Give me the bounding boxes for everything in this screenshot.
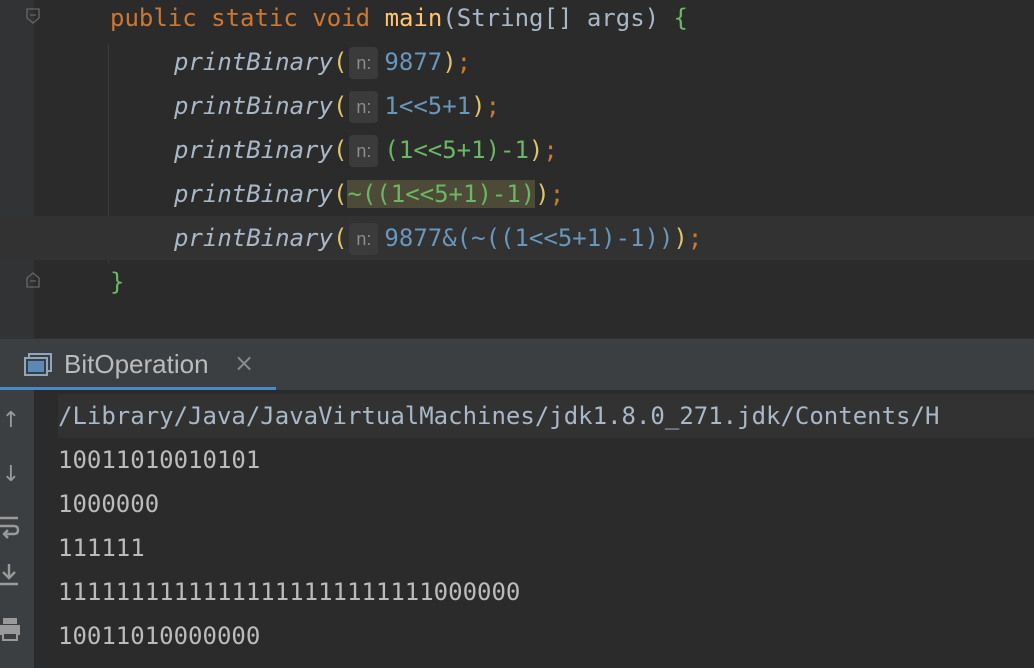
run-tab-label: BitOperation (64, 349, 209, 379)
code-editor[interactable]: public static void main(String[] args) {… (0, 0, 1034, 338)
keyword: void (312, 4, 371, 32)
console-icon (24, 353, 52, 376)
up-arrow-icon[interactable]: ↑ (0, 408, 22, 434)
output-line: 10011010000000 (58, 622, 261, 650)
keyword: public (110, 4, 197, 32)
run-tab[interactable]: BitOperation × (0, 339, 276, 391)
parameter-hint: n: (349, 47, 379, 79)
parameter-hint: n: (349, 91, 379, 123)
argument-highlighted: ~((1<<5+1)-1) (347, 180, 536, 208)
code-line[interactable]: printBinary(~((1<<5+1)-1)); (0, 172, 1034, 216)
argument: (1<<5+1)-1 (384, 136, 529, 164)
print-icon[interactable] (0, 616, 20, 642)
close-tab-icon[interactable]: × (234, 349, 254, 377)
method-call: printBinary (174, 48, 333, 76)
argument: 1<<5+1 (384, 92, 472, 120)
code-line-close-brace[interactable]: } (0, 260, 1034, 304)
code-line[interactable]: printBinary(n: 1<<5+1); (0, 84, 1034, 128)
parameter-hint: n: (349, 135, 379, 167)
method-call: printBinary (174, 224, 333, 252)
code-line[interactable]: printBinary(n: 9877); (0, 40, 1034, 84)
scroll-to-end-icon[interactable] (0, 562, 20, 588)
console-output[interactable]: /Library/Java/JavaVirtualMachines/jdk1.8… (34, 390, 1034, 668)
keyword: static (211, 4, 298, 32)
argument: 9877 (384, 48, 443, 76)
open-brace: { (673, 4, 688, 32)
close-brace: } (110, 268, 125, 296)
code-line[interactable]: printBinary(n: (1<<5+1)-1); (0, 128, 1034, 172)
method-params: (String[] args) (442, 4, 674, 32)
down-arrow-icon[interactable]: ↓ (0, 462, 22, 488)
output-line: 11111111111111111111111111000000 (58, 578, 521, 606)
console-toolbar: ↑ ↓ (0, 390, 34, 668)
run-tool-window-header: BitOperation × (0, 338, 1034, 391)
parameter-hint: n: (349, 223, 379, 255)
code-line-current[interactable]: printBinary(n: 9877&(~((1<<5+1)-1))); (0, 216, 1034, 260)
command-line: /Library/Java/JavaVirtualMachines/jdk1.8… (58, 402, 940, 430)
output-line: 111111 (58, 534, 145, 562)
soft-wrap-icon[interactable] (0, 514, 20, 540)
code-line-main-signature[interactable]: public static void main(String[] args) { (0, 0, 1034, 40)
output-line: 10011010010101 (58, 446, 261, 474)
method-call: printBinary (174, 92, 333, 120)
method-call: printBinary (174, 136, 333, 164)
method-name: main (384, 4, 443, 32)
argument: 9877&(~((1<<5+1)-1)) (384, 224, 674, 252)
method-call: printBinary (174, 180, 333, 208)
output-line: 1000000 (58, 490, 160, 518)
